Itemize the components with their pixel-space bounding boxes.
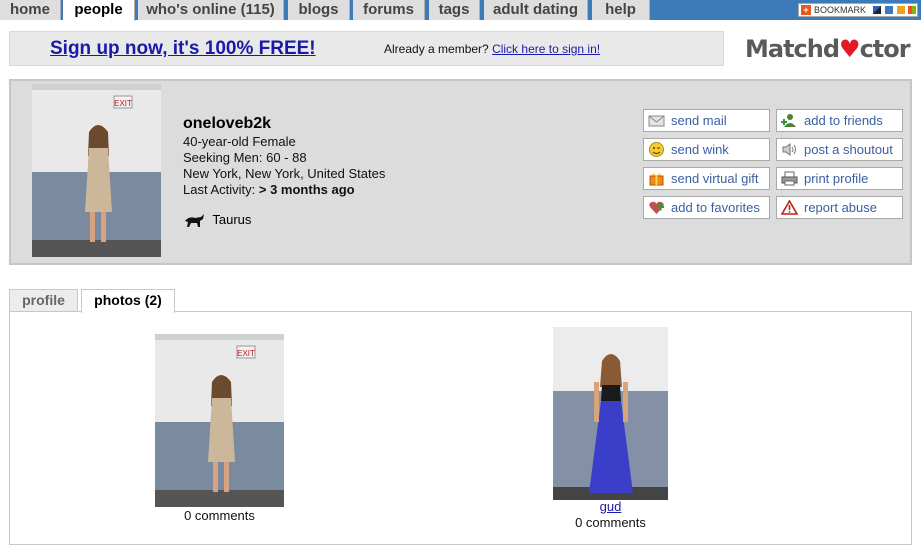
report-abuse-button[interactable]: report abuse — [776, 196, 903, 219]
profile-username: oneloveb2k — [183, 115, 272, 132]
photo-2-image — [553, 327, 668, 500]
envelope-icon — [648, 115, 665, 127]
print-profile-label: print profile — [804, 171, 869, 186]
nav-tab-adult-dating[interactable]: adult dating — [484, 0, 588, 20]
gift-icon — [649, 173, 664, 186]
nav-tab-people[interactable]: people — [63, 0, 135, 21]
last-activity-label: Last Activity: — [183, 182, 256, 197]
profile-last-activity: Last Activity: > 3 months ago — [183, 182, 355, 197]
zodiac-sign: Taurus — [183, 212, 251, 228]
heart-icon: ♥ — [839, 35, 860, 63]
stumble-icon — [897, 6, 905, 14]
zodiac-label: Taurus — [212, 212, 252, 227]
site-logo[interactable]: Matchd♥ctor — [745, 32, 915, 66]
nav-tab-blogs[interactable]: blogs — [288, 0, 350, 20]
add-friend-icon — [781, 114, 796, 127]
signup-link[interactable]: Sign up now, it's 100% FREE! — [50, 38, 316, 60]
profile-location: New York, New York, United States — [183, 166, 386, 181]
send-virtual-gift-button[interactable]: send virtual gift — [643, 167, 770, 190]
nav-tab-whos-online[interactable]: who's online (115) — [138, 0, 284, 20]
send-wink-label: send wink — [671, 142, 729, 157]
tab-profile[interactable]: profile — [9, 289, 78, 312]
post-shoutout-button[interactable]: post a shoutout — [776, 138, 903, 161]
member-prompt: Already a member? — [384, 42, 489, 56]
bookmark-button[interactable]: + BOOKMARK — [798, 3, 918, 17]
send-mail-button[interactable]: send mail — [643, 109, 770, 132]
signin-link[interactable]: Click here to sign in! — [492, 42, 600, 56]
report-abuse-label: report abuse — [804, 200, 877, 215]
windows-icon — [908, 6, 916, 14]
top-navigation: home people who's online (115) blogs for… — [0, 0, 921, 21]
photo-1-comments[interactable]: 0 comments — [155, 508, 284, 523]
post-shoutout-label: post a shoutout — [804, 142, 893, 157]
photo-thumbnail-1[interactable]: EXIT — [155, 334, 284, 507]
printer-icon — [781, 171, 798, 186]
send-virtual-gift-label: send virtual gift — [671, 171, 759, 186]
add-to-favorites-button[interactable]: add to favorites — [643, 196, 770, 219]
wink-smiley-icon — [649, 142, 664, 157]
add-to-favorites-label: add to favorites — [671, 200, 760, 215]
warning-icon — [781, 200, 798, 215]
bookmark-label: BOOKMARK — [814, 5, 867, 15]
logo-text-start: Matchd — [745, 35, 840, 63]
photo-1-image: EXIT — [155, 334, 284, 507]
signup-bar: Sign up now, it's 100% FREE! Already a m… — [9, 31, 724, 66]
member-signin-text: Already a member? Click here to sign in! — [384, 42, 600, 56]
profile-photo[interactable]: EXIT — [32, 84, 161, 257]
delicious-icon — [873, 6, 881, 14]
logo-text-end: ctor — [859, 35, 911, 63]
svg-text:EXIT: EXIT — [114, 99, 132, 108]
nav-tab-tags[interactable]: tags — [429, 0, 480, 20]
last-activity-value: > 3 months ago — [258, 182, 355, 197]
add-to-friends-label: add to friends — [804, 113, 883, 128]
photos-panel: EXIT 0 comments gud 0 comments — [9, 311, 912, 545]
svg-text:EXIT: EXIT — [237, 349, 255, 358]
photo-2-comments[interactable]: 0 comments — [553, 515, 668, 530]
send-wink-button[interactable]: send wink — [643, 138, 770, 161]
send-mail-label: send mail — [671, 113, 727, 128]
profile-photo-image: EXIT — [32, 84, 161, 257]
print-profile-button[interactable]: print profile — [776, 167, 903, 190]
nav-tab-help[interactable]: help — [592, 0, 650, 20]
tab-photos[interactable]: photos (2) — [81, 289, 175, 313]
speaker-icon — [782, 143, 796, 156]
profile-panel: EXIT oneloveb2k 40-year-old Female Seeki… — [9, 79, 912, 265]
profile-age-gender: 40-year-old Female — [183, 134, 296, 149]
favorite-heart-icon — [649, 201, 664, 214]
add-to-friends-button[interactable]: add to friends — [776, 109, 903, 132]
photo-2-title[interactable]: gud — [553, 499, 668, 514]
nav-tab-home[interactable]: home — [0, 0, 61, 20]
photo-thumbnail-2[interactable] — [553, 327, 668, 500]
plus-icon: + — [801, 5, 811, 15]
nav-tab-forums[interactable]: forums — [353, 0, 425, 20]
digg-icon — [885, 6, 893, 14]
taurus-icon — [185, 214, 204, 227]
profile-seeking: Seeking Men: 60 - 88 — [183, 150, 307, 165]
